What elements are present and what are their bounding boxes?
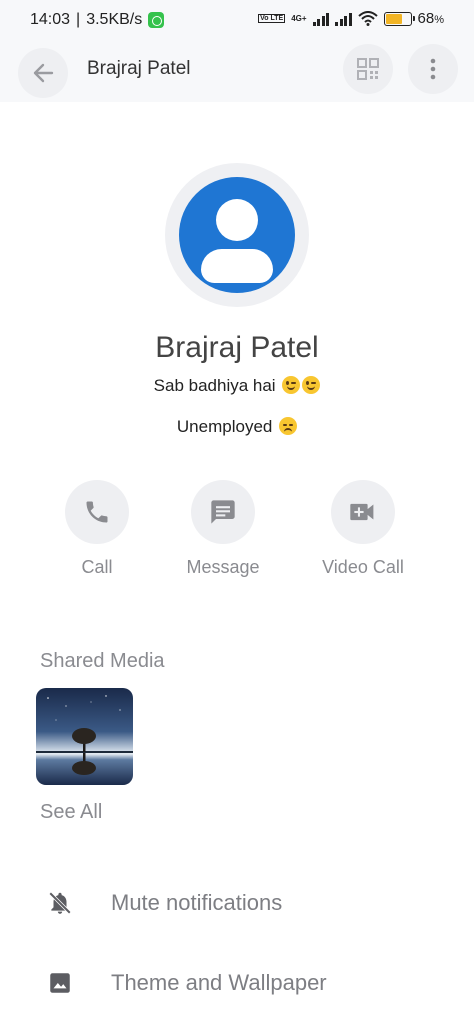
phone-icon <box>86 501 108 523</box>
default-avatar-icon <box>179 177 295 293</box>
signal-icon-1 <box>312 12 330 26</box>
network-type: 4G+ <box>291 13 307 23</box>
qr-code-icon <box>357 58 379 80</box>
contact-status-text: Sab badhiya hai <box>153 376 276 395</box>
wink-emoji-icon <box>282 376 301 394</box>
back-arrow-icon <box>33 63 54 83</box>
wink-emoji-icon <box>302 376 321 394</box>
call-action[interactable]: Call <box>37 480 157 578</box>
theme-wallpaper-label: Theme and Wallpaper <box>111 970 327 995</box>
battery-icon <box>383 11 415 26</box>
bell-off-icon <box>45 889 75 917</box>
message-action[interactable]: Message <box>163 480 283 578</box>
shared-media-title: Shared Media <box>40 650 165 672</box>
avatar[interactable] <box>165 163 309 307</box>
see-all-link[interactable]: See All <box>40 801 102 824</box>
theme-wallpaper-row[interactable]: Theme and Wallpaper <box>0 953 474 1013</box>
notification-app-icon <box>148 12 165 28</box>
video-call-label: Video Call <box>322 557 404 577</box>
video-call-action[interactable]: Video Call <box>303 480 423 578</box>
status-bar: 14:03 | 3.5KB/s Vo LTE 4G+ 68% <box>0 0 474 42</box>
wifi-icon <box>357 11 378 26</box>
status-divider: | <box>76 11 81 28</box>
message-label: Message <box>186 557 260 577</box>
disappointed-emoji-icon <box>279 417 298 435</box>
image-icon <box>45 970 75 996</box>
message-button[interactable] <box>191 480 255 544</box>
status-left: 14:03 | 3.5KB/s <box>30 11 165 29</box>
mute-notifications-row[interactable]: Mute notifications <box>0 873 474 933</box>
mute-notifications-label: Mute notifications <box>111 890 283 915</box>
contact-about-text: Unemployed <box>176 417 273 436</box>
shared-media-thumbnail[interactable] <box>36 688 133 785</box>
battery-fill <box>385 13 402 24</box>
volte-icon: Vo LTE <box>258 14 286 23</box>
status-speed: 3.5KB/s <box>86 11 143 28</box>
message-icon <box>211 500 235 524</box>
app-header: Brajraj Patel <box>0 42 474 102</box>
battery-percent: 68% <box>417 10 444 27</box>
back-button[interactable] <box>18 48 68 98</box>
status-time: 14:03 <box>30 11 71 28</box>
signal-icon-2 <box>335 12 352 26</box>
video-call-button[interactable] <box>331 480 395 544</box>
video-camera-icon <box>350 503 374 521</box>
call-label: Call <box>81 557 113 577</box>
more-vertical-icon <box>430 58 436 80</box>
status-right: Vo LTE 4G+ 68% <box>258 10 444 27</box>
call-button[interactable] <box>65 480 129 544</box>
more-options-button[interactable] <box>408 44 458 94</box>
contact-name: Brajraj Patel <box>155 331 319 364</box>
header-title: Brajraj Patel <box>87 58 191 79</box>
contact-about: Unemployed <box>0 417 474 437</box>
qr-code-button[interactable] <box>343 44 393 94</box>
media-image <box>36 688 133 785</box>
contact-status: Sab badhiya hai <box>0 376 474 396</box>
